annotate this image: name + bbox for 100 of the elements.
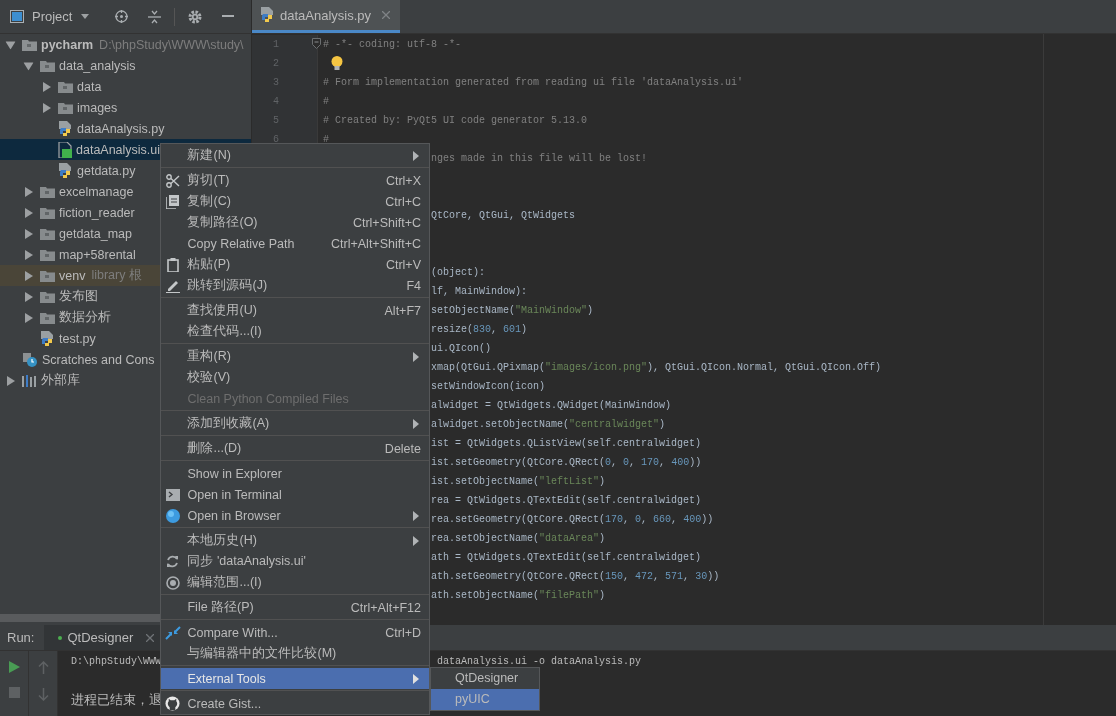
editor-tab[interactable]: dataAnalysis.py (252, 0, 401, 33)
code-line: ath = QtWidgets.QTextEdit(self.centralwidget) (431, 551, 702, 565)
code-line: # Created by: PyQt5 UI code generator 5.13.0 (323, 114, 588, 128)
close-icon[interactable] (146, 633, 155, 642)
shortcut-text: Alt+F7 (384, 303, 421, 318)
menu-item[interactable]: 复制(C) Ctrl+C (161, 191, 429, 212)
tree-item[interactable]: 外部库 (0, 370, 80, 391)
code-line: setWindowIcon(icon) (431, 380, 546, 394)
code-line: ath.setGeometry(QtCore.QRect(150, 472, 571, 30)) (431, 570, 720, 584)
menu-item[interactable]: Open in Browser (161, 505, 429, 526)
tree-item[interactable]: pycharm D:\phpStudy\WWW\study\ (0, 34, 244, 55)
menu-item[interactable]: Compare With... Ctrl+D (161, 622, 429, 643)
code-line: # -*- coding: utf-8 -*- (323, 38, 462, 52)
expand-arrow-icon[interactable] (24, 186, 33, 197)
scratches-icon (22, 351, 38, 368)
tree-item[interactable]: dataAnalysis.py (0, 118, 165, 139)
expand-arrow-icon[interactable] (42, 102, 51, 113)
tree-item[interactable]: getdata_map (0, 223, 132, 244)
menu-item[interactable]: QtDesigner (431, 668, 539, 689)
menu-item[interactable]: File 路径(P) Ctrl+Alt+F12 (161, 597, 429, 618)
menu-item[interactable]: 本地历史(H) (161, 530, 429, 551)
expand-arrow-icon[interactable] (24, 249, 33, 260)
menu-item[interactable]: 编辑范围...(I) (161, 572, 429, 593)
tree-item[interactable]: fiction_reader (0, 202, 135, 223)
menu-item[interactable]: Create Gist... (161, 693, 429, 714)
tree-item[interactable]: 发布图 (0, 286, 98, 307)
code-line: ist.setGeometry(QtCore.QRect(0, 0, 170, 400)) (431, 456, 702, 470)
tree-item[interactable]: Scratches and Cons (0, 349, 155, 370)
tree-item[interactable]: images (0, 97, 118, 118)
expand-arrow-icon[interactable] (6, 375, 15, 386)
expand-arrow-icon[interactable] (24, 312, 33, 323)
code-line: # (323, 95, 329, 109)
locate-icon[interactable] (115, 10, 128, 23)
menu-item[interactable]: 校验(V) (161, 367, 429, 388)
code-line: QtCore, QtGui, QtWidgets (431, 209, 576, 223)
lightbulb-icon[interactable] (331, 56, 343, 71)
tree-item[interactable]: excelmanage (0, 181, 134, 202)
tree-item[interactable]: 数据分析 (0, 307, 111, 328)
code-line: # (323, 133, 329, 147)
code-line: rea.setGeometry(QtCore.QRect(170, 0, 660, 400)) (431, 513, 714, 527)
console-text: dataAnalysis.ui -o dataAnalysis.py (437, 655, 642, 668)
code-line: rea.setObjectName("dataArea") (431, 532, 606, 546)
path-hint: D:\phpStudy\WWW\study\ (99, 37, 244, 52)
tree-item[interactable]: test.py (0, 328, 96, 349)
shortcut-text: Ctrl+D (385, 625, 421, 640)
menu-item[interactable]: 剪切(T) Ctrl+X (161, 170, 429, 191)
clipboard-icon (166, 257, 179, 272)
folder-icon (40, 311, 55, 324)
expand-arrow-icon[interactable] (42, 81, 51, 92)
tree-item[interactable]: map+58rental (0, 244, 136, 265)
menu-item[interactable]: 跳转到源码(J) F4 (161, 275, 429, 296)
settings-icon[interactable] (188, 9, 202, 24)
menu-item[interactable]: 同步 'dataAnalysis.ui' (161, 551, 429, 572)
scissors-icon (165, 173, 180, 188)
menu-item[interactable]: 检查代码...(I) (161, 321, 429, 342)
sync-icon (166, 555, 179, 568)
expand-arrow-icon[interactable] (23, 61, 34, 70)
project-view-dropdown[interactable]: Project (30, 9, 90, 24)
folder-icon (22, 38, 37, 51)
menu-item[interactable]: Open in Terminal (161, 484, 429, 505)
expand-arrow-icon[interactable] (24, 270, 33, 281)
menu-item[interactable]: 查找使用(U) Alt+F7 (161, 300, 429, 321)
shortcut-text: Ctrl+Alt+F12 (350, 600, 421, 615)
code-line: rea = QtWidgets.QTextEdit(self.centralwidget) (431, 494, 702, 508)
tree-item[interactable]: getdata.py (0, 160, 136, 181)
tree-item[interactable]: data (0, 76, 102, 97)
fold-marker-icon[interactable] (312, 38, 321, 49)
menu-item[interactable]: 新建(N) (161, 145, 429, 166)
run-icon[interactable] (8, 661, 20, 673)
folder-icon (58, 80, 73, 93)
copy-icon (166, 194, 179, 209)
run-label: Run: (7, 630, 35, 645)
scope-icon (165, 575, 180, 590)
expand-arrow-icon[interactable] (24, 291, 33, 302)
shortcut-text: Delete (384, 441, 421, 456)
menu-item[interactable]: 删除...(D) Delete (161, 438, 429, 459)
menu-item[interactable]: 添加到收藏(A) (161, 413, 429, 434)
menu-item[interactable]: External Tools (161, 668, 429, 689)
shortcut-text: Ctrl+Alt+Shift+C (331, 236, 421, 251)
pencil-icon (165, 278, 180, 293)
menu-item[interactable]: Copy Relative Path Ctrl+Alt+Shift+C (161, 233, 429, 254)
expand-arrow-icon[interactable] (24, 228, 33, 239)
collapse-icon[interactable] (148, 9, 161, 24)
menu-item[interactable]: Show in Explorer (161, 463, 429, 484)
expand-arrow-icon[interactable] (24, 207, 33, 218)
expand-arrow-icon[interactable] (5, 40, 16, 49)
menu-item[interactable]: 复制路径(O) Ctrl+Shift+C (161, 212, 429, 233)
shortcut-text: Ctrl+Shift+C (352, 215, 421, 230)
console-text: 进程已结束，退 (71, 693, 162, 706)
tree-item[interactable]: data_analysis (0, 55, 136, 76)
terminal-icon (165, 488, 180, 501)
menu-item[interactable]: 粘贴(P) Ctrl+V (161, 254, 429, 275)
run-tab[interactable]: QtDesigner (44, 625, 163, 650)
library-icon (22, 374, 37, 387)
menu-item[interactable]: 重构(R) (161, 346, 429, 367)
code-line: ist.setObjectName("leftList") (431, 475, 606, 489)
menu-item[interactable]: 与编辑器中的文件比较(M) (161, 643, 429, 664)
folder-icon (40, 59, 55, 72)
folder-icon (40, 269, 55, 282)
minimize-icon[interactable] (222, 15, 234, 18)
